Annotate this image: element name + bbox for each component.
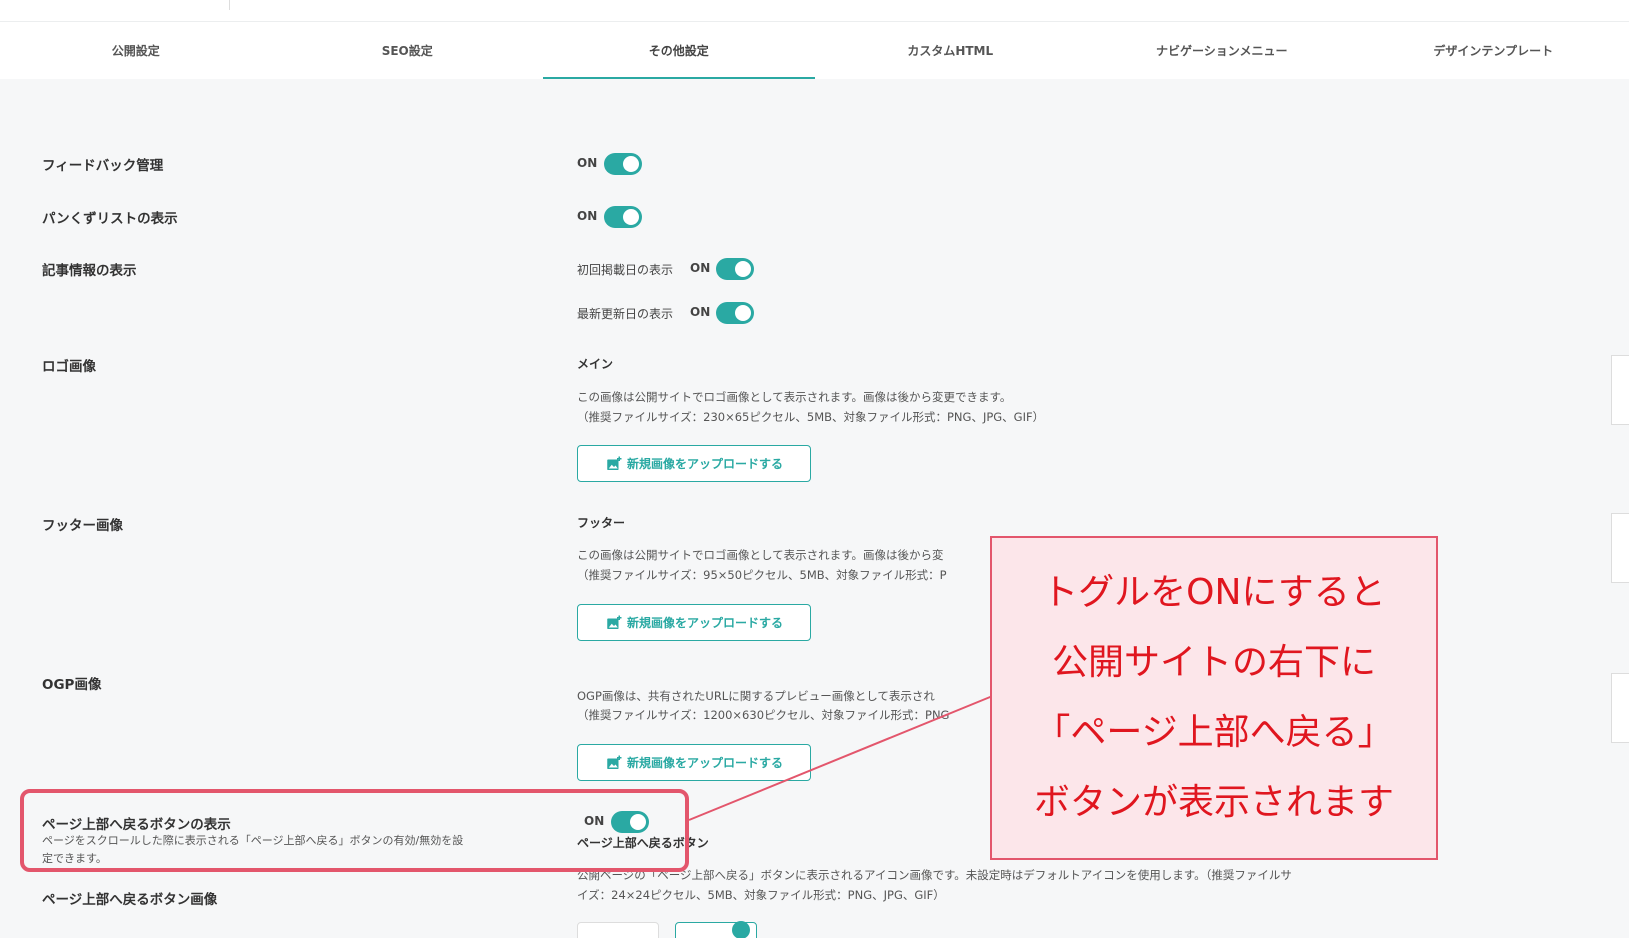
toggle-knob (623, 209, 639, 225)
tab-public-settings[interactable]: 公開設定 (0, 22, 272, 79)
first-published-label: 初回掲載日の表示 (577, 263, 674, 277)
back-to-top-image-requirements: イズ：24×24ピクセル、5MB、対象ファイル形式：PNG、JPG、GIF） (577, 888, 945, 902)
top-bar-divider (229, 0, 230, 10)
check-icon (732, 921, 750, 938)
footer-file-requirements: （推奨ファイルサイズ：95×50ピクセル、5MB、対象ファイル形式：P (577, 568, 947, 582)
tab-design-template[interactable]: デザインテンプレート (1358, 22, 1629, 79)
right-edge-panel (1611, 355, 1629, 425)
tab-other-settings[interactable]: その他設定 (543, 22, 815, 79)
logo-upload-button[interactable]: 新規画像をアップロードする (577, 445, 811, 482)
first-published-toggle[interactable] (716, 258, 754, 280)
footer-upload-label: 新規画像をアップロードする (626, 616, 783, 630)
logo-upload-label: 新規画像をアップロードする (626, 457, 783, 471)
breadcrumb-toggle[interactable] (604, 206, 642, 228)
toggle-knob (735, 261, 751, 277)
logo-file-requirements: （推奨ファイルサイズ：230×65ピクセル、5MB、対象ファイル形式：PNG、J… (577, 410, 1045, 424)
callout-line: 公開サイトの右下に (1051, 642, 1376, 683)
ogp-upload-button[interactable]: 新規画像をアップロードする (577, 744, 811, 781)
callout-line: ボタンが表示されます (1033, 782, 1394, 823)
logo-sub-label: メイン (577, 357, 614, 371)
tab-custom-html[interactable]: カスタムHTML (815, 22, 1087, 79)
footer-upload-button[interactable]: 新規画像をアップロードする (577, 604, 811, 641)
image-upload-icon (607, 755, 622, 769)
ogp-upload-label: 新規画像をアップロードする (626, 756, 783, 770)
last-updated-toggle[interactable] (716, 302, 754, 324)
tab-seo-settings[interactable]: SEO設定 (272, 22, 544, 79)
logo-description: この画像は公開サイトでロゴ画像として表示されます。画像は後から変更できます。 (577, 390, 1012, 404)
feedback-toggle[interactable] (604, 153, 642, 175)
footer-description: この画像は公開サイトでロゴ画像として表示されます。画像は後から変 (577, 548, 944, 562)
feedback-label: フィードバック管理 (42, 158, 164, 174)
top-bar (0, 0, 1629, 22)
footer-image-label: フッター画像 (42, 518, 123, 534)
breadcrumb-label: パンくずリストの表示 (42, 211, 178, 227)
last-updated-label: 最新更新日の表示 (577, 307, 674, 321)
tab-navigation-menu[interactable]: ナビゲーションメニュー (1086, 22, 1358, 79)
first-published-toggle-status: ON (690, 261, 711, 275)
ogp-image-label: OGP画像 (42, 677, 102, 693)
feedback-toggle-status: ON (577, 156, 598, 170)
ogp-description: OGP画像は、共有されたURLに関するプレビュー画像として表示され (577, 689, 935, 703)
toggle-knob (623, 156, 639, 172)
footer-sub-label: フッター (577, 516, 626, 530)
article-info-label: 記事情報の表示 (42, 263, 137, 279)
logo-label: ロゴ画像 (42, 359, 96, 375)
callout-line: 「ページ上部へ戻る」 (1034, 712, 1394, 753)
annotation-highlight-box (20, 789, 689, 872)
callout-line: トグルをONにすると (1042, 572, 1386, 613)
toggle-knob (735, 305, 751, 321)
right-edge-panel (1611, 673, 1629, 743)
annotation-callout: トグルをONにすると 公開サイトの右下に 「ページ上部へ戻る」 ボタンが表示され… (990, 536, 1438, 860)
breadcrumb-toggle-status: ON (577, 209, 598, 223)
icon-option-selected[interactable] (675, 921, 757, 938)
image-upload-icon (607, 615, 622, 629)
last-updated-toggle-status: ON (690, 305, 711, 319)
settings-tabs: 公開設定 SEO設定 その他設定 カスタムHTML ナビゲーションメニュー デザ… (0, 22, 1629, 79)
ogp-file-requirements: （推奨ファイルサイズ：1200×630ピクセル、対象ファイル形式：PNG (577, 708, 950, 722)
icon-option-default[interactable] (577, 922, 659, 938)
image-upload-icon (607, 456, 622, 470)
back-to-top-image-label: ページ上部へ戻るボタン画像 (42, 892, 218, 908)
right-edge-panel (1611, 513, 1629, 583)
